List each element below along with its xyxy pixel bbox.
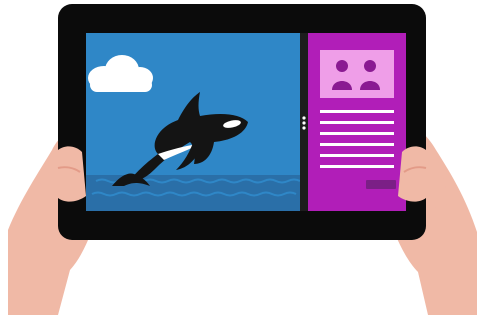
main-pane bbox=[86, 33, 304, 211]
right-fingers bbox=[398, 146, 426, 202]
text-line bbox=[320, 110, 394, 113]
side-pane bbox=[308, 33, 406, 211]
text-line bbox=[320, 143, 394, 146]
text-line bbox=[320, 121, 394, 124]
left-fingers bbox=[58, 146, 86, 202]
illustration-stage bbox=[0, 0, 485, 315]
tablet-illustration bbox=[8, 4, 477, 315]
drag-handle-icon[interactable] bbox=[300, 33, 308, 211]
side-panel-header bbox=[320, 50, 394, 98]
text-line bbox=[320, 154, 394, 157]
text-line bbox=[320, 132, 394, 135]
side-panel-button[interactable] bbox=[366, 180, 396, 189]
text-line bbox=[320, 165, 394, 168]
